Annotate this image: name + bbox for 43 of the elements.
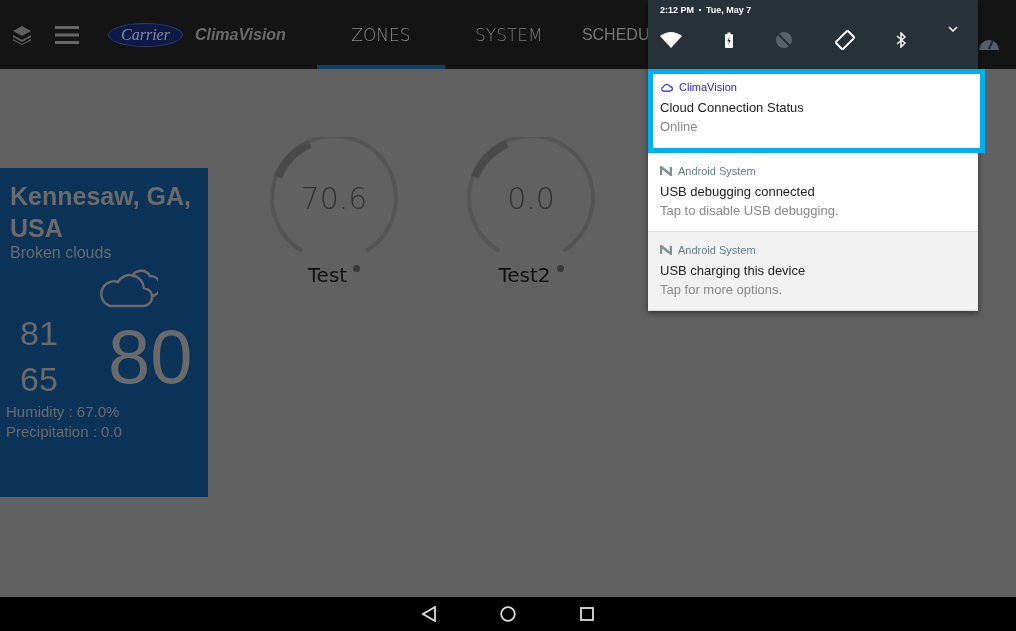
system-logo-icon (660, 166, 672, 176)
status-date: Tue, May 7 (706, 5, 752, 15)
weather-condition: Broken clouds (9, 244, 113, 262)
system-logo-icon (660, 245, 672, 255)
back-icon[interactable] (422, 606, 436, 622)
nav-tab[interactable]: SYSTEM (444, 0, 573, 69)
chevron-down-icon[interactable] (947, 26, 958, 32)
nav-tab[interactable]: SCHEDU (572, 0, 650, 69)
notification-card[interactable]: Android System USB charging this device Tap for more options. (648, 232, 978, 311)
status-dot (556, 265, 564, 272)
notification-card[interactable]: Android System USB debugging connected Tap to disable USB debugging. (648, 153, 978, 232)
low-temperature: 65 (20, 359, 59, 400)
wifi-icon[interactable] (660, 32, 682, 48)
notification-text: Tap to disable USB debugging. (660, 203, 840, 218)
notification-title: USB charging this device (660, 263, 807, 278)
notification-text: Online (660, 119, 699, 134)
rotate-icon[interactable] (834, 30, 855, 50)
bluetooth-icon[interactable] (896, 32, 907, 48)
cloud-icon (660, 82, 673, 92)
zone-name[interactable]: Test2 (498, 263, 551, 287)
humidity-text: Humidity : 67.0% (6, 402, 121, 422)
status-dot (353, 265, 361, 272)
notification-title: USB debugging connected (660, 184, 816, 199)
notification-app: ClimaVision (679, 81, 737, 93)
nav-tab[interactable]: ZONES (316, 0, 445, 69)
recents-icon[interactable] (580, 607, 594, 621)
notification-app: Android System (678, 165, 756, 177)
notification-card[interactable]: ClimaVision Cloud Connection Status Online (648, 69, 985, 153)
weather-location: Kennesaw, GA, USA (9, 181, 193, 244)
product-name: ClimaVision (194, 25, 286, 44)
home-icon[interactable] (500, 606, 516, 622)
notification-app: Android System (678, 244, 756, 256)
high-temperature: 81 (20, 313, 59, 354)
notification-text: Tap for more options. (660, 282, 784, 297)
menu-icon[interactable] (55, 25, 79, 44)
brand-logo: Carrier (108, 22, 183, 47)
layers-icon[interactable] (12, 24, 32, 45)
zone-name[interactable]: Test (307, 263, 348, 287)
battery-icon[interactable] (723, 32, 734, 48)
notification-title: Cloud Connection Status (660, 100, 805, 115)
status-time: 2:12 PM (660, 5, 694, 15)
precipitation-text: Precipitation : 0.0 (6, 422, 123, 442)
current-temperature: 80 (108, 312, 193, 400)
